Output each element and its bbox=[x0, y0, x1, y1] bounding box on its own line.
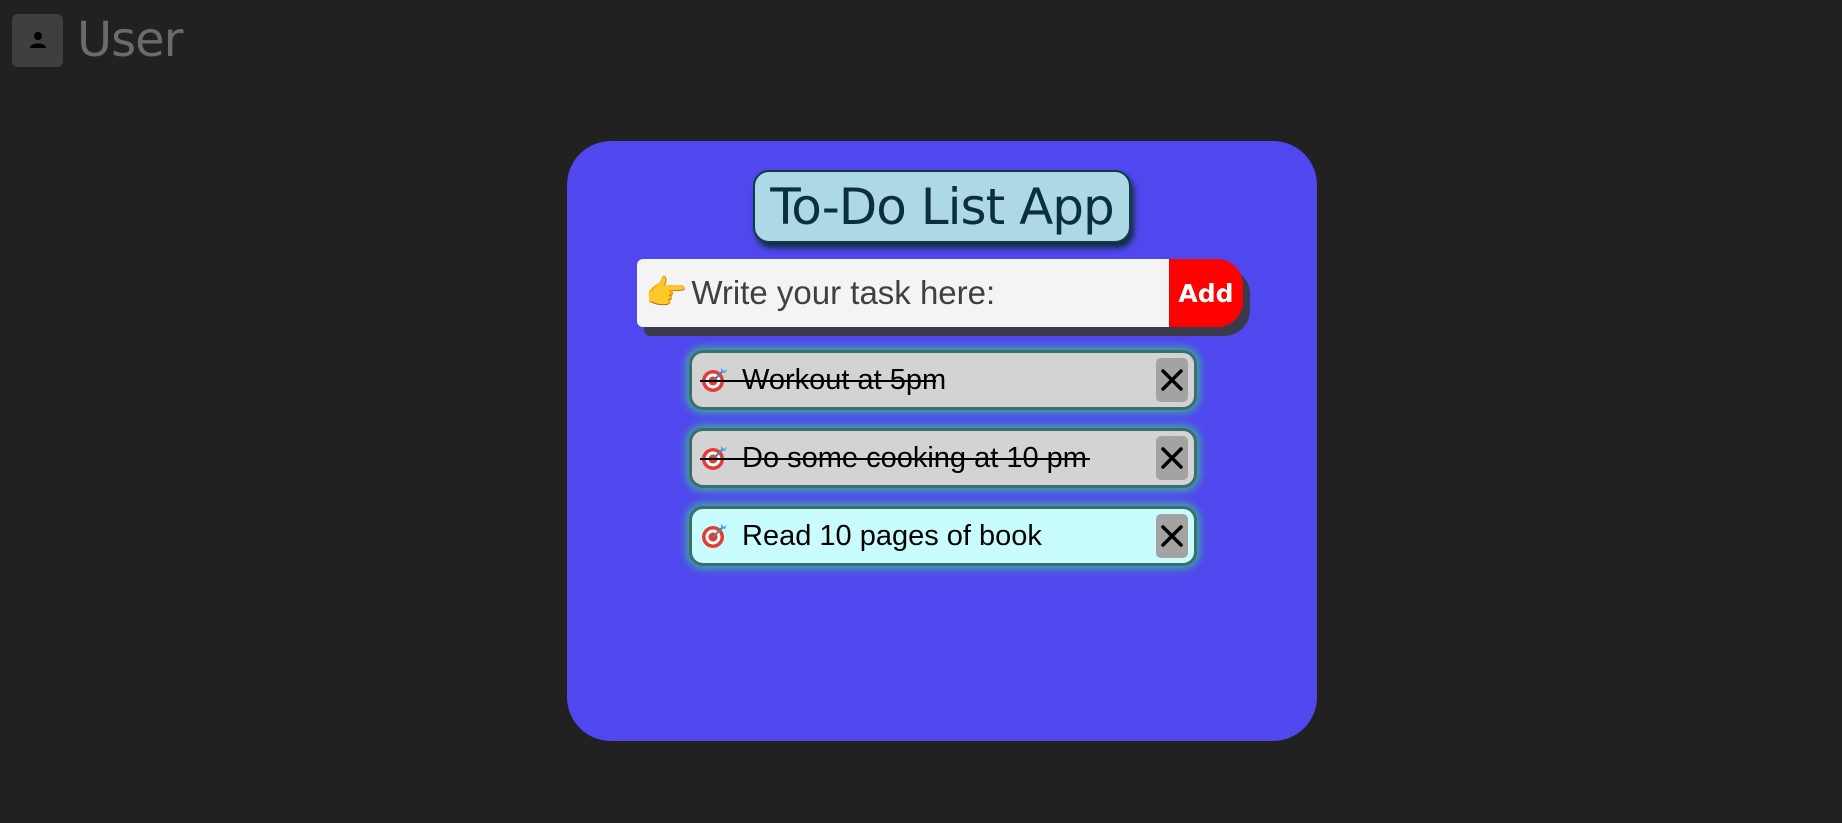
todo-card: To-Do List App 👉 Add Workout at 5pm bbox=[567, 141, 1317, 741]
strikethrough-line bbox=[700, 458, 1090, 460]
task-item[interactable]: Do some cooking at 10 pm bbox=[689, 428, 1197, 488]
avatar[interactable] bbox=[12, 13, 63, 67]
task-item[interactable]: Workout at 5pm bbox=[689, 350, 1197, 410]
add-button[interactable]: Add bbox=[1169, 259, 1243, 327]
task-text: Read 10 pages of book bbox=[742, 519, 1042, 552]
target-icon bbox=[700, 522, 728, 550]
task-list: Workout at 5pm Do some cooking at 10 pm bbox=[689, 350, 1197, 584]
close-icon bbox=[1161, 447, 1183, 469]
task-input-row: 👉 Add bbox=[637, 259, 1243, 327]
pointing-hand-icon: 👉 bbox=[645, 274, 688, 312]
person-icon bbox=[29, 32, 46, 48]
task-input[interactable] bbox=[691, 274, 1169, 312]
app-title: To-Do List App bbox=[753, 170, 1131, 243]
task-input-wrapper: 👉 bbox=[637, 259, 1169, 327]
delete-task-button[interactable] bbox=[1156, 436, 1188, 480]
delete-task-button[interactable] bbox=[1156, 514, 1188, 558]
user-badge[interactable]: User bbox=[12, 12, 183, 68]
close-icon bbox=[1161, 369, 1183, 391]
user-name: User bbox=[77, 12, 183, 68]
delete-task-button[interactable] bbox=[1156, 358, 1188, 402]
close-icon bbox=[1161, 525, 1183, 547]
strikethrough-line bbox=[700, 380, 936, 382]
task-item[interactable]: Read 10 pages of book bbox=[689, 506, 1197, 566]
